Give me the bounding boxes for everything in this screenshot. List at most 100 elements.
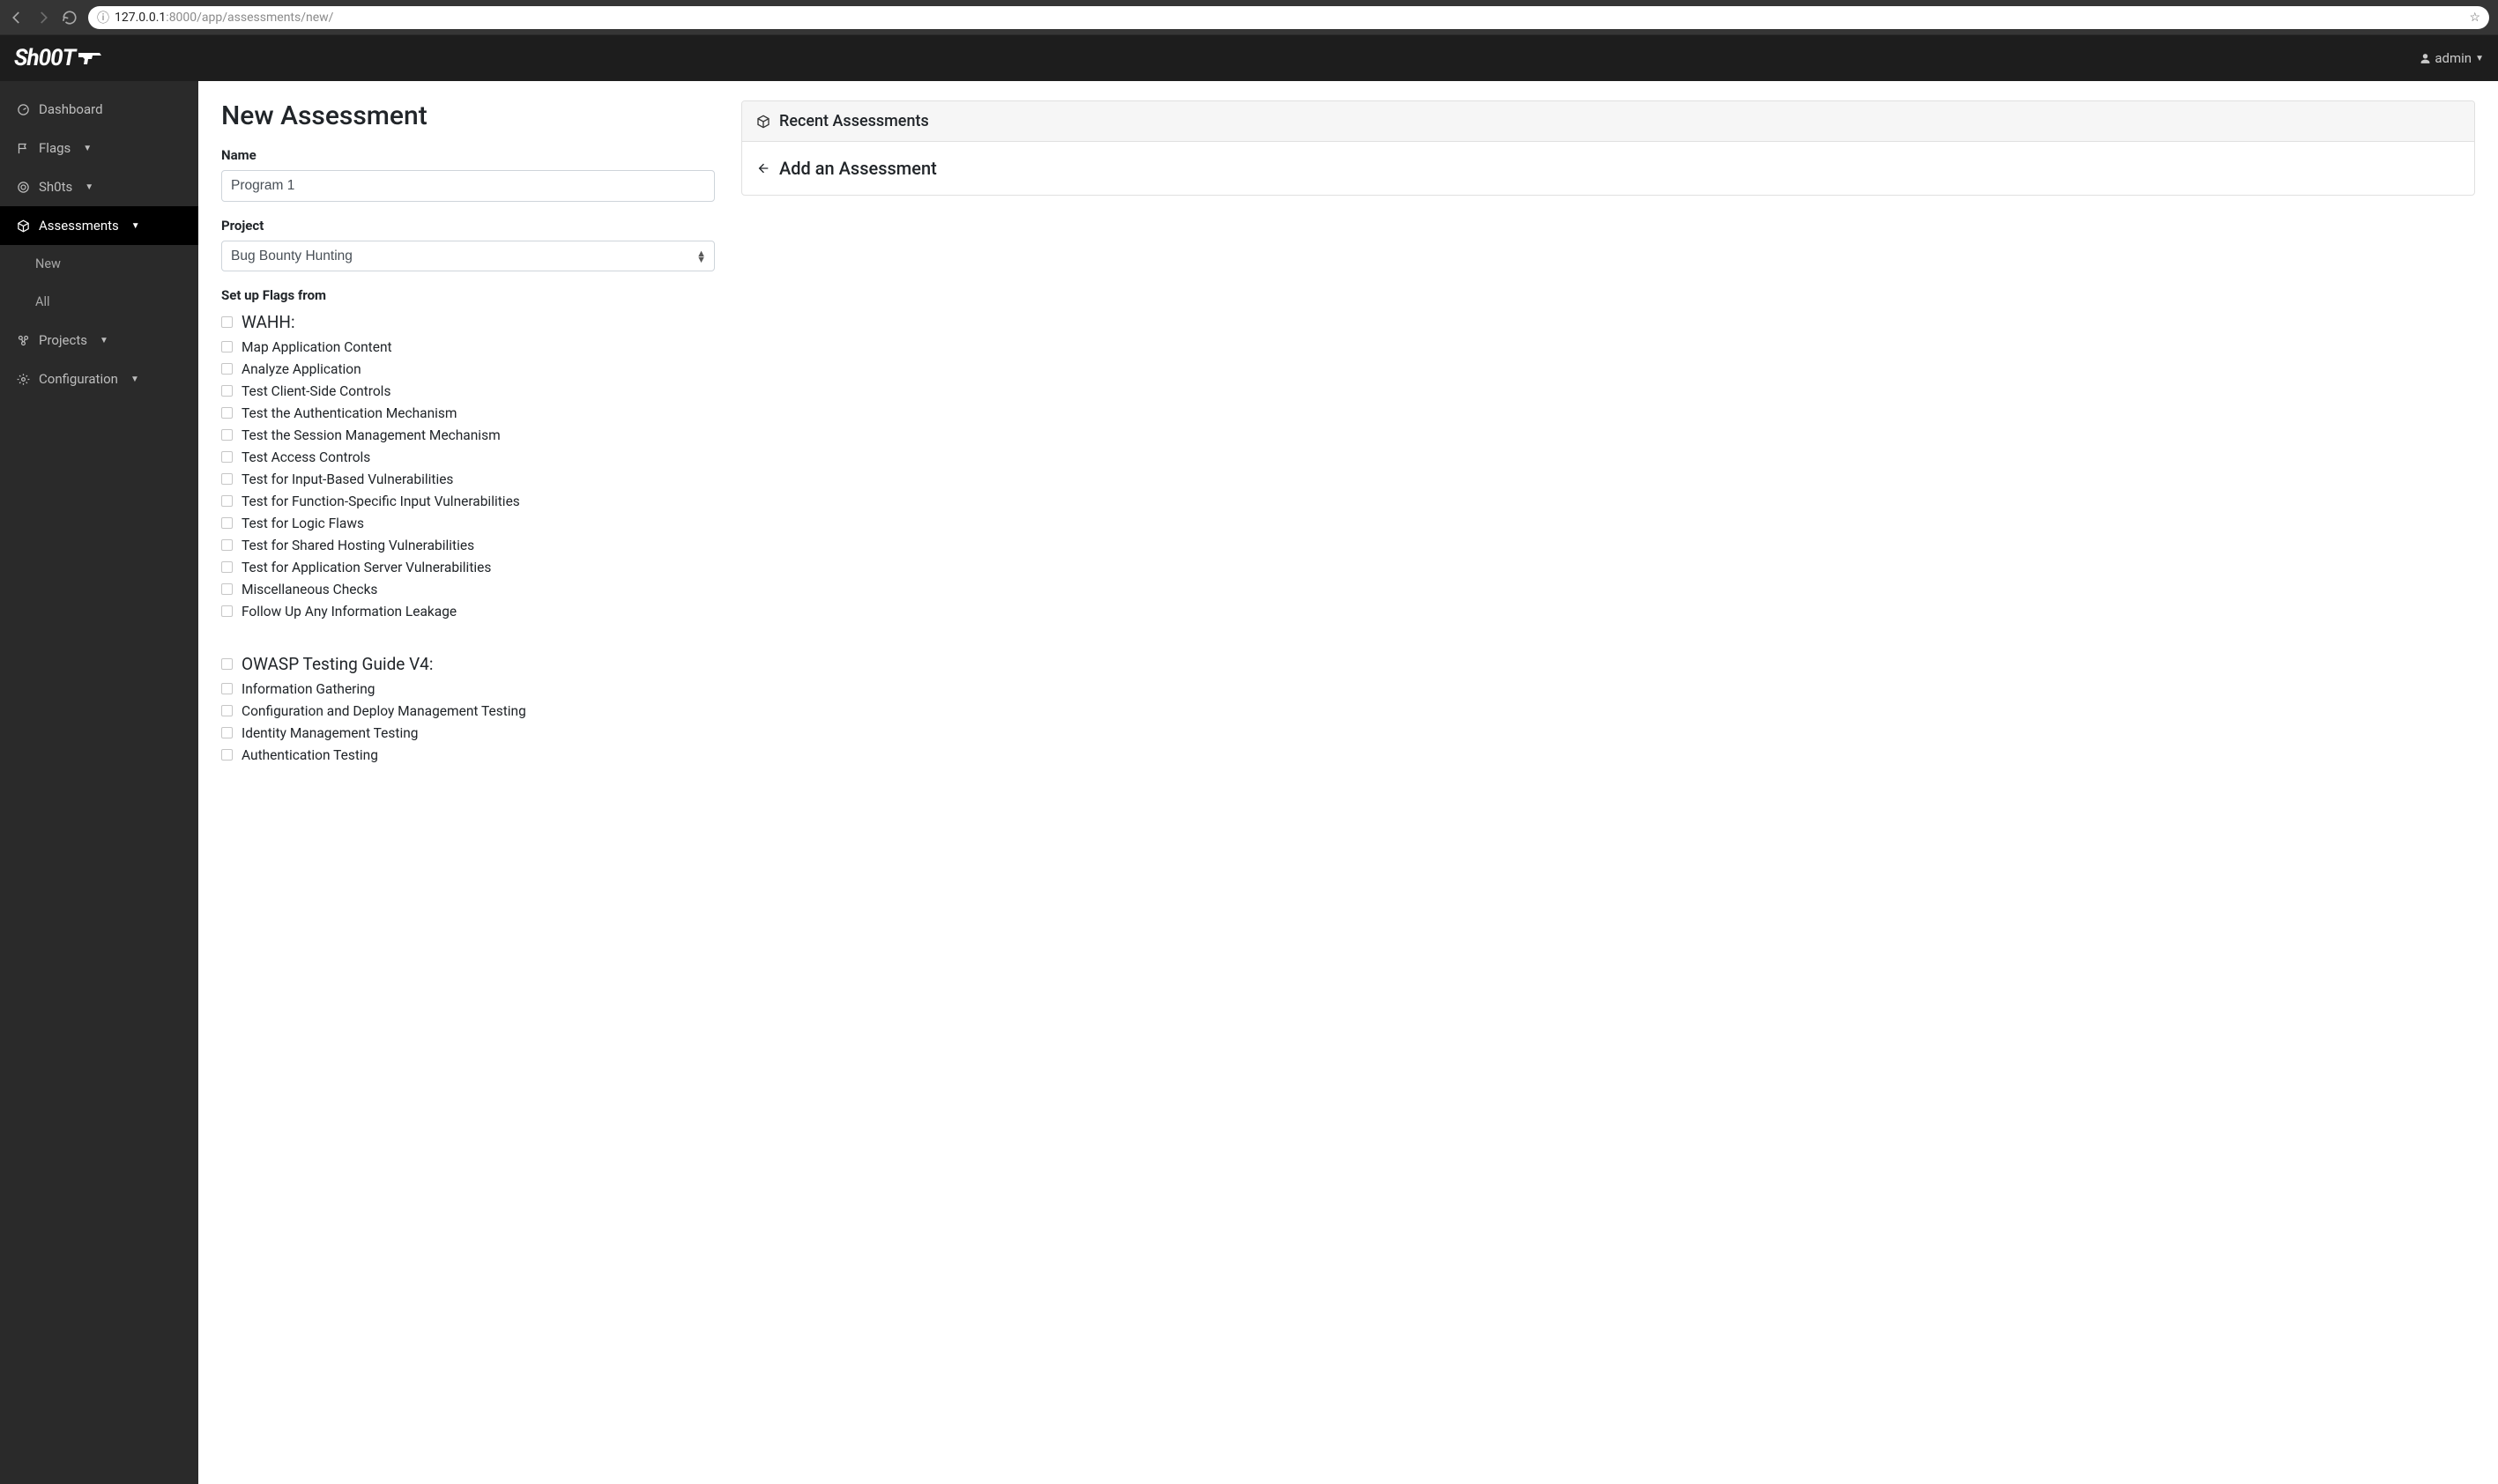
main-content: New Assessment Name Project Bug Bounty H… [198,81,2498,1484]
checkbox[interactable] [221,583,233,595]
site-info-icon[interactable]: ⓘ [97,9,109,26]
flag-item-label: Identity Management Testing [242,725,419,741]
sidebar-item-label: Sh0ts [39,179,72,195]
caret-down-icon: ▼ [85,182,93,192]
flag-checkbox-item[interactable]: Configuration and Deploy Management Test… [221,700,715,722]
project-select[interactable]: Bug Bounty Hunting [221,241,715,271]
add-assessment-link[interactable]: Add an Assessment [756,158,2460,179]
gear-icon [16,373,30,386]
flag-checkbox-item[interactable]: Test Access Controls [221,446,715,468]
browser-toolbar: ⓘ 127.0.0.1:8000/app/assessments/new/ ☆ [0,0,2498,35]
url-path: :8000/app/assessments/new/ [166,11,333,25]
checkbox[interactable] [221,561,233,573]
flag-group-label: WAHH: [242,312,295,332]
brand-text: Sh00T [14,45,75,71]
flag-group-label: OWASP Testing Guide V4: [242,654,433,674]
checkbox[interactable] [221,705,233,716]
sidebar-item-sh0ts[interactable]: Sh0ts ▼ [0,167,198,206]
flag-checkbox-item[interactable]: Information Gathering [221,678,715,700]
flag-item-label: Analyze Application [242,361,361,377]
checkbox[interactable] [221,385,233,397]
sidebar-subitem-new[interactable]: New [0,245,198,283]
page-title: New Assessment [221,100,715,131]
user-name: admin [2435,50,2472,66]
add-assessment-label: Add an Assessment [779,158,937,179]
checkbox[interactable] [221,658,233,670]
dashboard-icon [16,103,30,116]
checkbox[interactable] [221,495,233,507]
project-icon [16,334,30,347]
sidebar-item-label: Assessments [39,218,119,234]
checkbox[interactable] [221,539,233,551]
flag-checkbox-item[interactable]: Analyze Application [221,358,715,380]
flag-checkbox-item[interactable]: Test the Authentication Mechanism [221,402,715,424]
flag-checkbox-item[interactable]: Authentication Testing [221,744,715,766]
sidebar: DashboardFlags▼Sh0ts▼Assessments▼NewAllP… [0,81,198,1484]
flag-checkbox-item[interactable]: Test the Session Management Mechanism [221,424,715,446]
browser-reload-button[interactable] [62,10,78,26]
flag-group-title[interactable]: OWASP Testing Guide V4: [221,654,715,674]
brand-logo[interactable]: Sh00T [14,45,101,71]
checkbox[interactable] [221,473,233,485]
bookmark-star-icon[interactable]: ☆ [2469,11,2480,25]
flag-item-label: Test Access Controls [242,449,370,465]
sidebar-item-label: Projects [39,332,87,348]
recent-assessments-title: Recent Assessments [779,112,929,130]
flag-checkbox-item[interactable]: Test for Input-Based Vulnerabilities [221,468,715,490]
address-bar[interactable]: ⓘ 127.0.0.1:8000/app/assessments/new/ ☆ [88,6,2489,29]
flag-checkbox-item[interactable]: Test for Logic Flaws [221,512,715,534]
flag-item-label: Test for Input-Based Vulnerabilities [242,471,453,487]
browser-forward-button[interactable] [35,10,51,26]
sidebar-item-dashboard[interactable]: Dashboard [0,90,198,129]
checkbox[interactable] [221,407,233,419]
caret-down-icon: ▼ [130,375,139,384]
flag-checkbox-item[interactable]: Test Client-Side Controls [221,380,715,402]
flag-item-label: Test for Function-Specific Input Vulnera… [242,493,520,509]
flag-item-label: Test for Shared Hosting Vulnerabilities [242,538,474,553]
sidebar-item-assessments[interactable]: Assessments ▼ [0,206,198,245]
cube-icon [16,219,30,233]
checkbox[interactable] [221,749,233,761]
flag-checkbox-item[interactable]: Follow Up Any Information Leakage [221,600,715,622]
app-topbar: Sh00T admin ▼ [0,35,2498,81]
user-menu[interactable]: admin ▼ [2420,50,2484,66]
flag-item-label: Follow Up Any Information Leakage [242,604,457,620]
flag-checkbox-item[interactable]: Miscellaneous Checks [221,578,715,600]
checkbox[interactable] [221,341,233,352]
checkbox[interactable] [221,727,233,738]
checkbox[interactable] [221,316,233,328]
gun-icon [78,51,101,65]
target-icon [16,181,30,194]
sidebar-item-label: Configuration [39,371,118,387]
cube-icon [756,115,770,129]
checkbox[interactable] [221,683,233,694]
sidebar-item-flags[interactable]: Flags▼ [0,129,198,167]
arrow-left-icon [756,161,770,175]
checkbox[interactable] [221,605,233,617]
checkbox[interactable] [221,429,233,441]
flag-item-label: Configuration and Deploy Management Test… [242,703,526,719]
browser-back-button[interactable] [9,10,25,26]
flag-group-title[interactable]: WAHH: [221,312,715,332]
flag-item-label: Authentication Testing [242,747,378,763]
checkbox[interactable] [221,517,233,529]
flag-checkbox-item[interactable]: Test for Application Server Vulnerabilit… [221,556,715,578]
flag-checkbox-item[interactable]: Test for Shared Hosting Vulnerabilities [221,534,715,556]
flag-checkbox-item[interactable]: Identity Management Testing [221,722,715,744]
name-input[interactable] [221,170,715,202]
sidebar-subitem-all[interactable]: All [0,283,198,321]
checkbox[interactable] [221,363,233,375]
sidebar-item-projects[interactable]: Projects ▼ [0,321,198,360]
flag-item-label: Test Client-Side Controls [242,383,390,399]
flag-checkbox-item[interactable]: Test for Function-Specific Input Vulnera… [221,490,715,512]
caret-down-icon: ▼ [131,221,140,231]
sidebar-item-configuration[interactable]: Configuration ▼ [0,360,198,398]
flag-item-label: Map Application Content [242,339,392,355]
checkbox[interactable] [221,451,233,463]
flag-item-label: Information Gathering [242,681,375,697]
flag-item-label: Test for Logic Flaws [242,516,364,531]
caret-down-icon: ▼ [100,336,108,345]
url-host: 127.0.0.1 [115,11,166,25]
flag-checkbox-item[interactable]: Map Application Content [221,336,715,358]
flag-icon [16,142,30,155]
